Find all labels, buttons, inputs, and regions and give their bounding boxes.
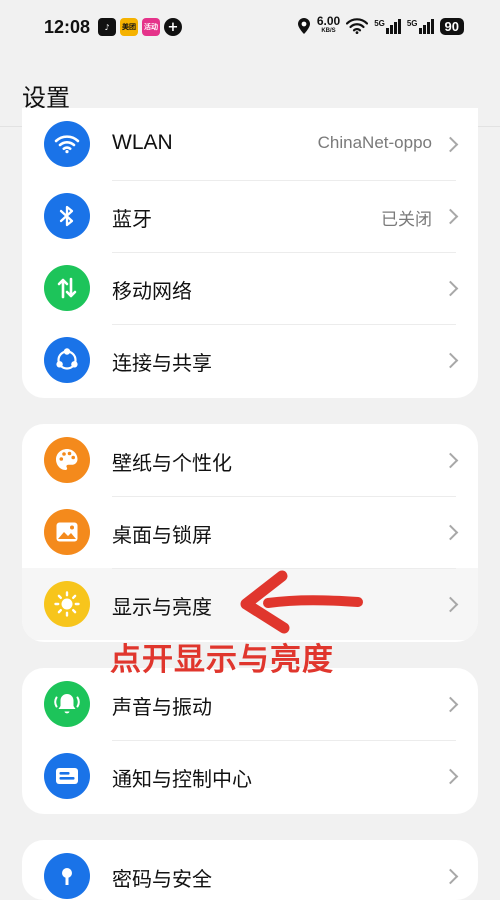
brightness-icon [44,581,90,627]
bell-icon [44,681,90,727]
notification-app-icons: ♪ 美团 活动 + [98,18,182,36]
status-bar: 12:08 ♪ 美团 活动 + 6.00 KB/S 5G 5G 90 [0,0,500,56]
signal-1-icon: 5G [374,18,401,34]
settings-group-connectivity: WLAN ChinaNet-oppo 蓝牙 已关闭 移动网络 连接与共享 [22,108,478,398]
settings-item-value: ChinaNet-oppo [317,133,432,152]
tiktok-icon: ♪ [98,18,116,36]
battery-indicator: 90 [439,17,464,35]
chevron-right-icon [442,596,459,613]
settings-item-label: 移动网络 [112,279,192,303]
settings-item-label: 壁纸与个性化 [112,451,232,475]
location-icon [297,18,310,34]
settings-item-notification-control-center[interactable]: 通知与控制中心 [22,740,478,812]
chevron-right-icon [442,208,459,225]
annotation-arrow [240,570,363,634]
settings-item-bluetooth[interactable]: 蓝牙 已关闭 [22,180,478,252]
settings-item-label: WLAN [112,131,173,154]
row-divider [112,252,456,253]
row-divider [112,180,456,181]
settings-item-label: 蓝牙 [112,207,152,231]
meituan-icon: 美团 [120,18,138,36]
plus-badge-icon: + [164,18,182,36]
palette-icon [44,437,90,483]
share-icon [44,337,90,383]
chevron-right-icon [442,524,459,541]
settings-item-password-security[interactable]: 密码与安全 [22,840,478,900]
settings-item-label: 显示与亮度 [112,595,212,619]
status-indicators: 6.00 KB/S 5G 5G 90 [297,14,464,36]
chevron-right-icon [442,868,459,885]
chevron-right-icon [442,696,459,713]
settings-item-connection-sharing[interactable]: 连接与共享 [22,324,478,396]
row-divider [112,740,456,741]
chevron-right-icon [442,136,459,153]
settings-item-label: 声音与振动 [112,695,212,719]
chevron-right-icon [442,768,459,785]
settings-item-wlan[interactable]: WLAN ChinaNet-oppo [22,108,478,180]
settings-item-label: 连接与共享 [112,351,212,375]
chevron-right-icon [442,452,459,469]
wifi-icon [44,121,90,167]
wallpaper-icon [44,509,90,555]
settings-group-sound-notification: 声音与振动 通知与控制中心 [22,668,478,814]
notification-icon [44,753,90,799]
bluetooth-icon [44,193,90,239]
chevron-right-icon [442,352,459,369]
annotation-text: 点开显示与亮度 [110,642,334,678]
settings-group-security: 密码与安全 [22,840,478,900]
mobile-data-icon [44,265,90,311]
settings-item-label: 通知与控制中心 [112,767,252,791]
row-divider [112,324,456,325]
settings-item-label: 桌面与锁屏 [112,523,212,547]
network-speed: 6.00 KB/S [316,14,341,34]
signal-2-icon: 5G [407,18,434,34]
settings-item-value: 已关闭 [381,210,432,229]
status-time: 12:08 [44,17,91,37]
settings-item-wallpaper-personalization[interactable]: 壁纸与个性化 [22,424,478,496]
row-divider [112,496,456,497]
security-icon [44,853,90,899]
shopping-app-icon: 活动 [142,18,160,36]
wifi-status-icon [346,18,369,34]
settings-item-mobile-network[interactable]: 移动网络 [22,252,478,324]
settings-item-desktop-lockscreen[interactable]: 桌面与锁屏 [22,496,478,568]
chevron-right-icon [442,280,459,297]
